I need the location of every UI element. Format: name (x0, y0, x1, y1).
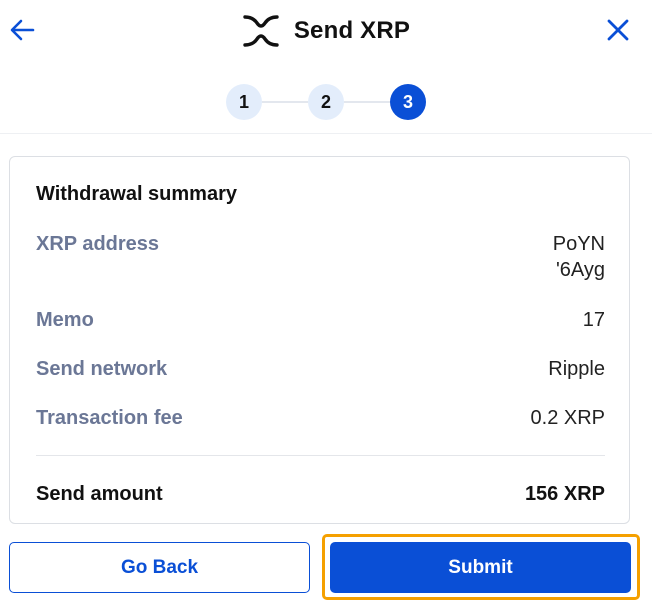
fee-value: 0.2 XRP (530, 407, 605, 429)
step-connector (344, 101, 390, 103)
address-label: XRP address (36, 233, 160, 255)
address-value: PoYN '6Ayg (553, 231, 605, 283)
close-icon (607, 19, 629, 41)
go-back-button[interactable]: Go Back (9, 542, 310, 593)
send-amount-label: Send amount (36, 483, 163, 505)
step-1: 1 (226, 84, 262, 120)
header-divider (0, 133, 652, 134)
xrp-logo-icon (242, 12, 280, 50)
memo-label: Memo (36, 309, 94, 331)
step-connector (262, 101, 308, 103)
step-3: 3 (390, 84, 426, 120)
withdrawal-summary-card: Withdrawal summary XRP address PoYN '6Ay… (9, 156, 630, 524)
address-line-2: '6Ayg (555, 259, 605, 281)
submit-button[interactable]: Submit (330, 542, 631, 593)
memo-value: 17 (582, 309, 605, 331)
page-title: Send XRP (293, 17, 411, 44)
network-label: Send network (36, 358, 168, 380)
fee-label: Transaction fee (36, 407, 183, 429)
summary-title: Withdrawal summary (36, 183, 237, 205)
summary-divider (36, 455, 605, 456)
network-value: Ripple (548, 358, 605, 380)
title-area: Send XRP (0, 12, 652, 50)
close-button[interactable] (602, 14, 634, 46)
header: Send XRP (0, 0, 652, 62)
address-line-1: PoYN (552, 233, 605, 255)
stepper: 1 2 3 (0, 84, 652, 120)
send-amount-value: 156 XRP (524, 483, 605, 505)
step-2: 2 (308, 84, 344, 120)
